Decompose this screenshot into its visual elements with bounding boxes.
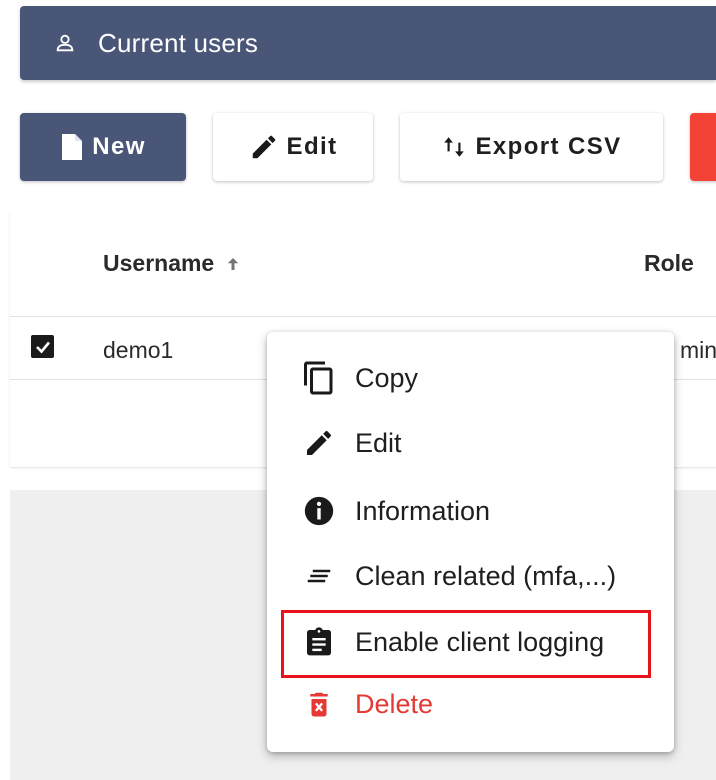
page-header: Current users [20,6,716,80]
trash-icon [299,684,339,724]
arrow-up-icon [224,254,242,274]
delete-button[interactable] [690,113,716,181]
column-header-label: Username [103,250,215,276]
menu-item-label: Clean related (mfa,...) [355,560,617,591]
page: Current users New Edit Export CSV Userna… [0,0,716,780]
row-checkbox[interactable] [31,335,54,358]
clean-icon [299,556,339,596]
info-icon [299,491,339,531]
column-header-label: Role [644,250,694,276]
clipboard-icon [299,622,339,662]
context-menu: Copy Edit Information Clean related (mfa… [267,332,674,752]
export-csv-button[interactable]: Export CSV [400,113,663,181]
column-header-role[interactable]: Role [644,250,694,277]
sort-arrows-icon [441,134,467,160]
new-button[interactable]: New [20,113,186,181]
edit-button[interactable]: Edit [213,113,373,181]
cell-role: min [680,337,716,363]
menu-item-information[interactable]: Information [267,481,674,541]
new-file-icon [60,132,84,162]
column-header-username[interactable]: Username [103,250,242,277]
menu-item-label: Edit [355,427,402,458]
menu-item-label: Enable client logging [355,626,605,657]
cell-username: demo1 [103,337,174,363]
menu-item-copy[interactable]: Copy [267,348,674,408]
new-button-label: New [92,133,146,160]
menu-item-delete[interactable]: Delete [267,674,674,734]
copy-icon [299,358,339,398]
menu-item-enable-client-logging[interactable]: Enable client logging [267,612,674,672]
pencil-icon [299,423,339,463]
export-csv-label: Export CSV [475,133,622,160]
pencil-icon [249,132,279,162]
menu-item-edit[interactable]: Edit [267,413,674,473]
checkmark-icon [34,338,52,356]
menu-item-label: Delete [355,688,434,719]
user-icon [54,32,76,54]
table-header: Username Role [10,212,716,317]
menu-item-clean-related[interactable]: Clean related (mfa,...) [267,546,674,606]
edit-button-label: Edit [286,133,338,160]
menu-item-label: Copy [355,362,419,393]
menu-item-label: Information [355,495,491,526]
toolbar: New Edit Export CSV [20,113,716,181]
page-title: Current users [98,27,259,58]
